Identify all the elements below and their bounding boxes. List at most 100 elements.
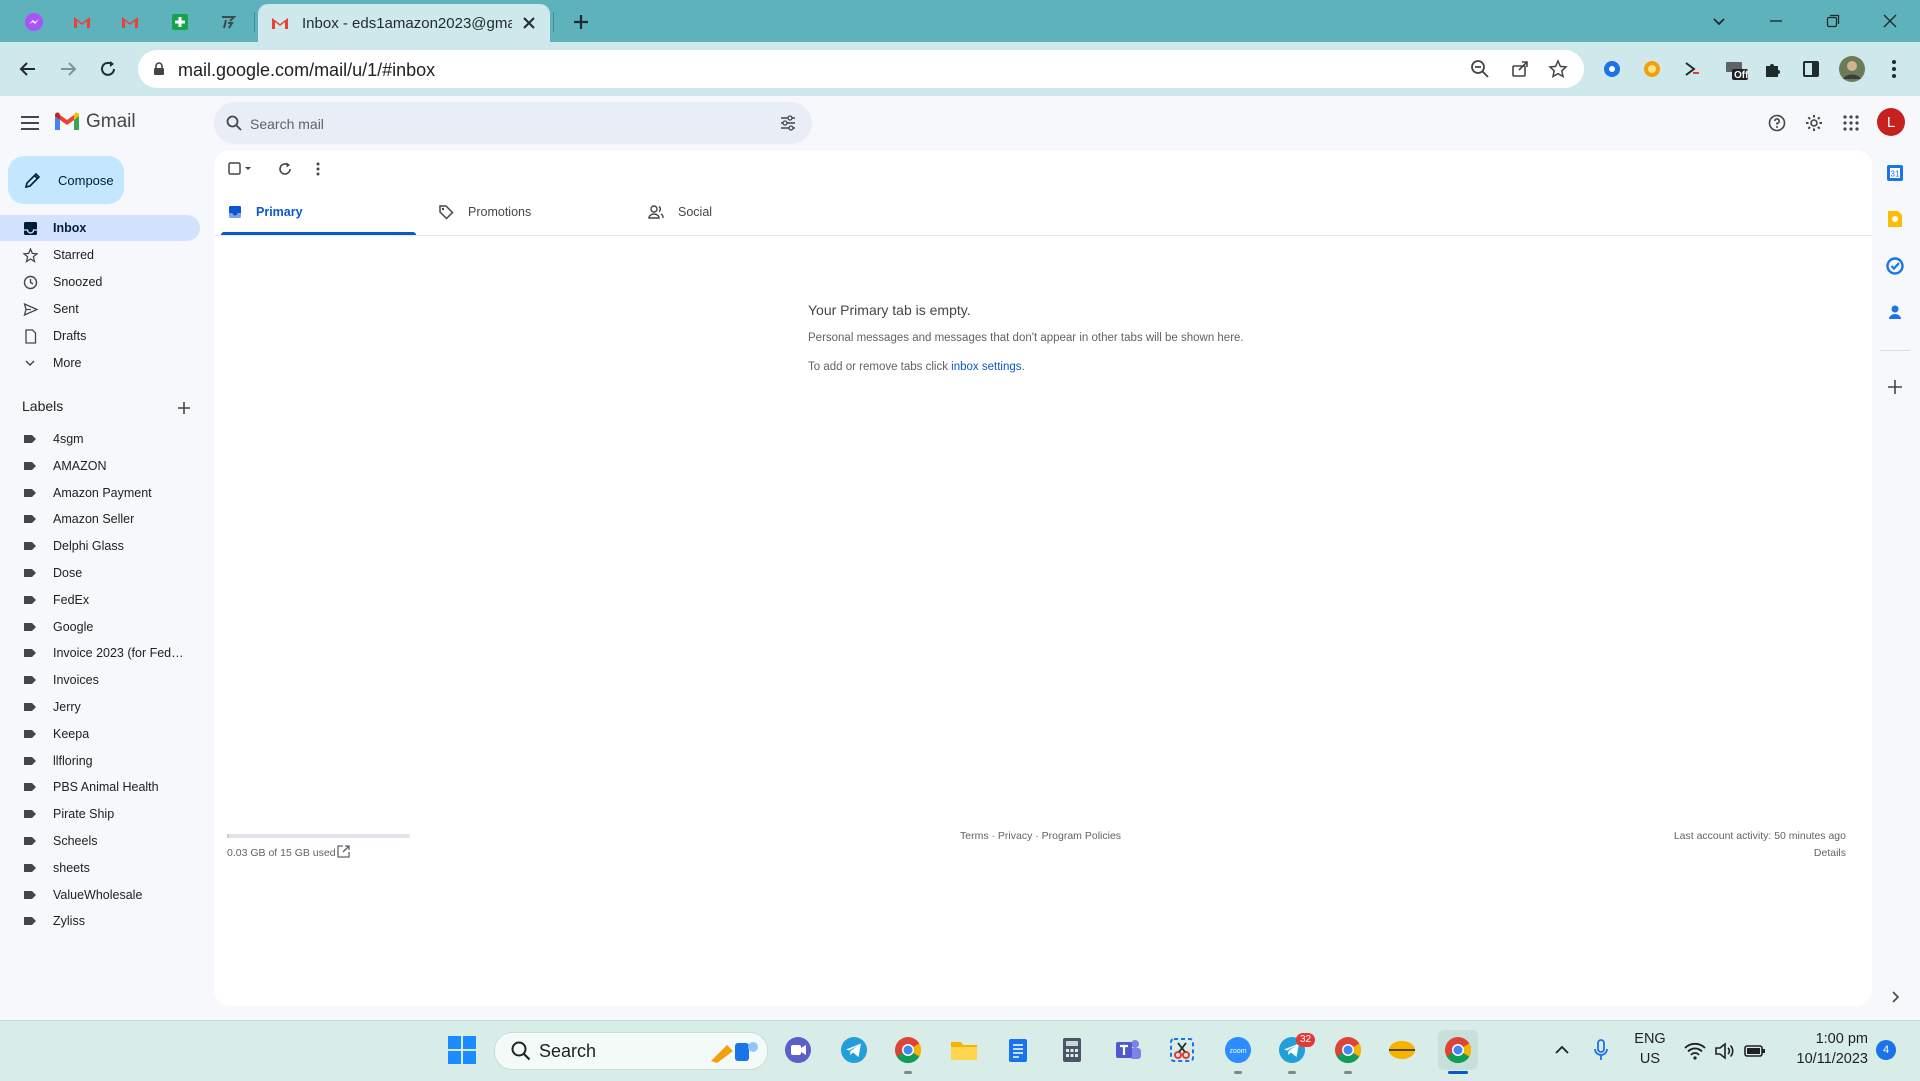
get-addons-button[interactable]: [1880, 372, 1910, 402]
tab-sheets[interactable]: [158, 6, 202, 38]
close-tab-icon[interactable]: [522, 16, 536, 30]
tab-search-button[interactable]: [1691, 0, 1747, 42]
keep-app-button[interactable]: [1880, 204, 1910, 234]
microphone-button[interactable]: [1590, 1038, 1612, 1062]
label-item[interactable]: Scheels: [0, 828, 200, 854]
tab-gmail-2[interactable]: [108, 6, 152, 38]
system-tray-status[interactable]: [1684, 1040, 1766, 1062]
taskbar-calculator[interactable]: [1052, 1030, 1092, 1070]
main-menu-button[interactable]: [12, 105, 48, 141]
label-item[interactable]: Keepa: [0, 721, 200, 747]
show-hidden-icons-button[interactable]: [1552, 1040, 1572, 1060]
forward-button[interactable]: [52, 53, 84, 85]
tab-promotions[interactable]: Promotions: [438, 190, 531, 234]
start-button[interactable]: [442, 1030, 482, 1070]
taskbar-teams[interactable]: [1108, 1030, 1148, 1070]
compose-button[interactable]: Compose: [8, 156, 124, 204]
back-button[interactable]: [12, 53, 44, 85]
nav-item-more[interactable]: More: [0, 350, 200, 376]
label-item[interactable]: ValueWholesale: [0, 882, 200, 908]
label-item[interactable]: Zyliss: [0, 908, 200, 934]
label-item[interactable]: PBS Animal Health: [0, 774, 200, 800]
inbox-settings-link[interactable]: inbox settings: [951, 361, 1021, 373]
label-item[interactable]: llfloring: [0, 748, 200, 774]
search-icon[interactable]: [226, 115, 242, 131]
support-button[interactable]: [1759, 105, 1795, 141]
profile-button[interactable]: [1838, 55, 1866, 83]
zoom-icon[interactable]: [1470, 59, 1490, 79]
google-apps-button[interactable]: [1833, 105, 1869, 141]
tab-social[interactable]: Social: [648, 190, 712, 234]
share-icon[interactable]: [1510, 59, 1530, 79]
taskbar-snipping-tool[interactable]: [1162, 1030, 1202, 1070]
taskbar-chrome-active[interactable]: [1438, 1030, 1478, 1070]
nav-item-drafts[interactable]: Drafts: [0, 323, 200, 349]
select-all-checkbox[interactable]: [228, 157, 254, 181]
chrome-menu-button[interactable]: [1880, 55, 1908, 83]
tab-other[interactable]: [206, 6, 250, 38]
language-top[interactable]: ENG: [1630, 1031, 1670, 1047]
extension-4[interactable]: Off: [1722, 55, 1750, 83]
taskbar-file-explorer[interactable]: [944, 1030, 984, 1070]
taskbar-notepad[interactable]: [998, 1030, 1038, 1070]
address-bar[interactable]: mail.google.com/mail/u/1/#inbox: [138, 50, 1584, 88]
bookmark-star-icon[interactable]: [1548, 59, 1568, 79]
label-item[interactable]: FedEx: [0, 587, 200, 613]
close-window-button[interactable]: [1862, 0, 1918, 42]
calendar-app-button[interactable]: 31: [1880, 158, 1910, 188]
account-avatar[interactable]: L: [1877, 108, 1905, 136]
more-actions-button[interactable]: [306, 157, 330, 181]
new-tab-button[interactable]: [559, 6, 603, 38]
extensions-button[interactable]: [1759, 55, 1787, 83]
nav-item-sent[interactable]: Sent: [0, 296, 200, 322]
label-item[interactable]: sheets: [0, 855, 200, 881]
gmail-logo[interactable]: Gmail: [54, 111, 136, 133]
minimize-button[interactable]: [1748, 0, 1804, 42]
taskbar-chrome-2[interactable]: [1328, 1030, 1368, 1070]
label-item[interactable]: Amazon Payment: [0, 480, 200, 506]
nav-item-snoozed[interactable]: Snoozed: [0, 269, 200, 295]
label-item[interactable]: Invoices: [0, 667, 200, 693]
tab-inbox-active[interactable]: Inbox - eds1amazon2023@gmail.com: [258, 4, 550, 42]
notification-center-button[interactable]: 4: [1876, 1040, 1896, 1060]
tab-gmail-1[interactable]: [60, 6, 104, 38]
details-link[interactable]: Details: [1814, 847, 1846, 859]
footer-links[interactable]: Terms · Privacy · Program Policies: [960, 830, 1121, 842]
label-item[interactable]: Amazon Seller: [0, 506, 200, 532]
taskbar-meet[interactable]: [778, 1030, 818, 1070]
label-item[interactable]: Dose: [0, 560, 200, 586]
label-item[interactable]: Google: [0, 614, 200, 640]
search-input[interactable]: [248, 102, 752, 146]
extension-1[interactable]: [1598, 55, 1626, 83]
extension-3[interactable]: [1678, 55, 1706, 83]
nav-item-inbox[interactable]: Inbox: [0, 215, 200, 241]
label-item[interactable]: Pirate Ship: [0, 801, 200, 827]
tab-messenger[interactable]: [12, 6, 56, 38]
taskbar-app-yellow[interactable]: [1382, 1030, 1422, 1070]
settings-button[interactable]: [1796, 105, 1832, 141]
label-item[interactable]: Invoice 2023 (for FedEx ...: [0, 640, 200, 666]
tab-primary[interactable]: Primary: [228, 190, 303, 234]
nav-item-starred[interactable]: Starred: [0, 242, 200, 268]
taskbar-search[interactable]: Search: [494, 1032, 768, 1070]
contacts-app-button[interactable]: [1880, 297, 1910, 327]
clock-time[interactable]: 1:00 pm: [1776, 1031, 1868, 1047]
extension-2[interactable]: [1638, 55, 1666, 83]
taskbar-chrome-1[interactable]: [888, 1030, 928, 1070]
label-item[interactable]: Jerry: [0, 694, 200, 720]
language-bottom[interactable]: US: [1630, 1051, 1670, 1067]
search-options-icon[interactable]: [780, 115, 796, 131]
label-item[interactable]: AMAZON: [0, 453, 200, 479]
side-panel-button[interactable]: [1797, 55, 1825, 83]
tasks-app-button[interactable]: [1880, 251, 1910, 281]
label-item[interactable]: 4sgm: [0, 426, 200, 452]
reload-button[interactable]: [92, 53, 124, 85]
clock-date[interactable]: 10/11/2023: [1776, 1051, 1869, 1067]
taskbar-telegram-1[interactable]: [834, 1030, 874, 1070]
label-item[interactable]: Delphi Glass: [0, 533, 200, 559]
open-in-new-icon[interactable]: [337, 845, 350, 858]
restore-button[interactable]: [1805, 0, 1861, 42]
taskbar-zoom[interactable]: zoom: [1218, 1030, 1258, 1070]
create-label-button[interactable]: [172, 396, 196, 420]
hide-side-panel-button[interactable]: [1880, 982, 1910, 1012]
